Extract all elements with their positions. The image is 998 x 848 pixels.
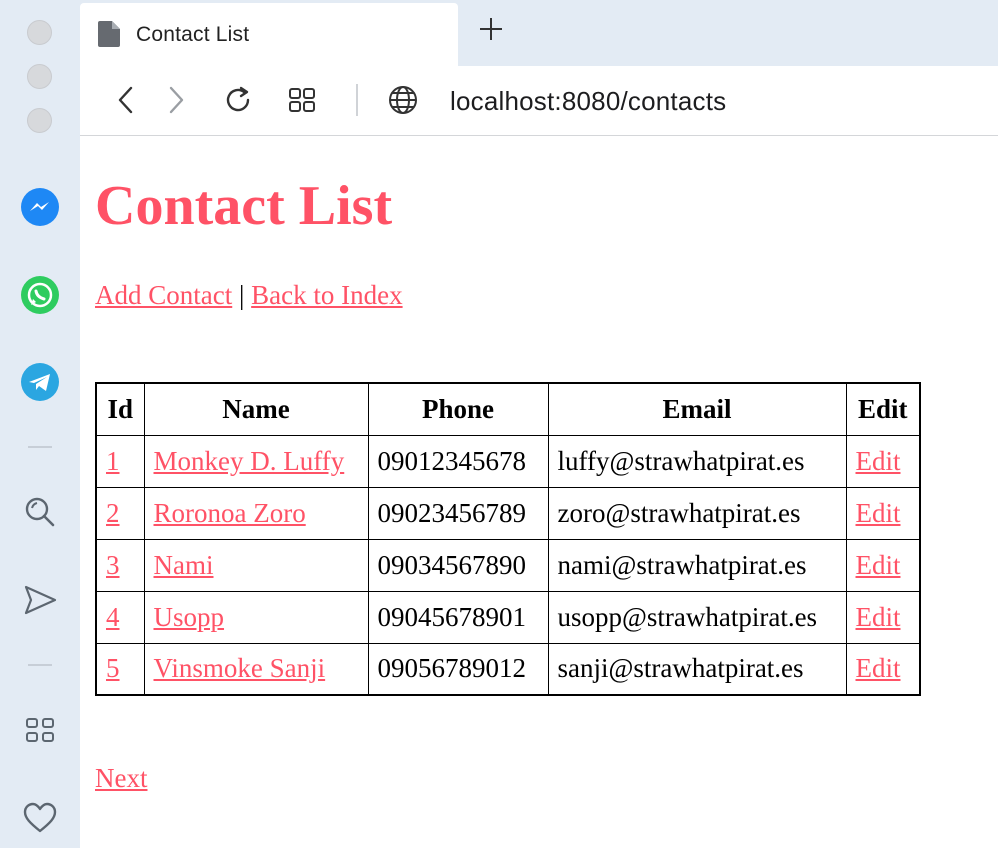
edit-link[interactable]: Edit	[856, 498, 901, 528]
email-cell: usopp@strawhatpirat.es	[547, 590, 847, 644]
id-cell: 1	[95, 434, 145, 488]
email-cell: nami@strawhatpirat.es	[547, 538, 847, 592]
back-to-index-link[interactable]: Back to Index	[251, 280, 402, 310]
heart-icon[interactable]	[20, 798, 60, 838]
email-cell: luffy@strawhatpirat.es	[547, 434, 847, 488]
contact-name-link[interactable]: Monkey D. Luffy	[154, 446, 345, 476]
phone-cell: 09045678901	[367, 590, 549, 644]
id-cell: 3	[95, 538, 145, 592]
column-header-email: Email	[547, 382, 847, 436]
whatsapp-icon[interactable]	[20, 275, 60, 315]
contact-name-link[interactable]: Nami	[154, 550, 214, 580]
window-maximize-button[interactable]	[27, 108, 52, 133]
contact-name-link[interactable]: Roronoa Zoro	[154, 498, 306, 528]
document-icon	[98, 21, 120, 47]
contact-name-link[interactable]: Vinsmoke Sanji	[154, 653, 326, 683]
contact-id-link[interactable]: 2	[106, 498, 120, 528]
page-title: Contact List	[95, 175, 393, 237]
name-cell: Roronoa Zoro	[143, 486, 369, 540]
edit-cell: Edit	[845, 486, 921, 540]
table-row: 1 Monkey D. Luffy 09012345678 luffy@stra…	[95, 434, 921, 488]
window-minimize-button[interactable]	[27, 64, 52, 89]
tab-contact-list[interactable]: Contact List	[80, 3, 458, 66]
edit-link[interactable]: Edit	[856, 446, 901, 476]
add-contact-link[interactable]: Add Contact	[95, 280, 232, 310]
id-cell: 5	[95, 642, 145, 696]
sidebar-divider	[28, 664, 52, 666]
send-icon[interactable]	[20, 580, 60, 620]
edit-link[interactable]: Edit	[856, 602, 901, 632]
name-cell: Usopp	[143, 590, 369, 644]
sidebar-divider	[28, 446, 52, 448]
messenger-icon[interactable]	[20, 187, 60, 227]
table-row: 4 Usopp 09045678901 usopp@strawhatpirat.…	[95, 590, 921, 644]
phone-cell: 09034567890	[367, 538, 549, 592]
contacts-table: Id Name Phone Email Edit 1 Monkey D. Luf…	[95, 382, 921, 696]
contact-id-link[interactable]: 3	[106, 550, 120, 580]
column-header-name: Name	[143, 382, 369, 436]
email-cell: sanji@strawhatpirat.es	[547, 642, 847, 696]
page-content: Contact List Add Contact | Back to Index…	[95, 137, 998, 848]
reload-icon	[226, 86, 250, 112]
name-cell: Nami	[143, 538, 369, 592]
column-header-phone: Phone	[367, 382, 549, 436]
address-separator	[356, 84, 358, 116]
table-row: 5 Vinsmoke Sanji 09056789012 sanji@straw…	[95, 642, 921, 696]
edit-cell: Edit	[845, 642, 921, 696]
link-separator: |	[238, 280, 245, 310]
globe-icon	[386, 83, 420, 117]
telegram-icon[interactable]	[20, 362, 60, 402]
id-cell: 2	[95, 486, 145, 540]
edit-cell: Edit	[845, 434, 921, 488]
forward-button[interactable]	[159, 83, 193, 117]
tab-title: Contact List	[136, 23, 250, 46]
address-bar: localhost:8080/contacts	[80, 66, 998, 136]
search-icon[interactable]	[20, 492, 60, 532]
column-header-edit: Edit	[845, 382, 921, 436]
contact-id-link[interactable]: 4	[106, 602, 120, 632]
phone-cell: 09056789012	[367, 642, 549, 696]
browser-sidebar	[0, 0, 80, 848]
tab-overview-button[interactable]	[285, 83, 319, 117]
grid-icon	[289, 88, 315, 112]
chevron-left-icon	[118, 86, 133, 114]
table-header-row: Id Name Phone Email Edit	[95, 382, 921, 436]
edit-link[interactable]: Edit	[856, 550, 901, 580]
email-cell: zoro@strawhatpirat.es	[547, 486, 847, 540]
table-row: 2 Roronoa Zoro 09023456789 zoro@strawhat…	[95, 486, 921, 540]
contact-name-link[interactable]: Usopp	[154, 602, 225, 632]
phone-cell: 09023456789	[367, 486, 549, 540]
contact-id-link[interactable]: 5	[106, 653, 120, 683]
contact-id-link[interactable]: 1	[106, 446, 120, 476]
edit-cell: Edit	[845, 590, 921, 644]
reload-button[interactable]	[221, 83, 255, 117]
chevron-right-icon	[169, 86, 184, 114]
edit-cell: Edit	[845, 538, 921, 592]
new-tab-button[interactable]	[476, 14, 506, 44]
url-field[interactable]: localhost:8080/contacts	[450, 86, 726, 117]
apps-grid-icon[interactable]	[20, 710, 60, 750]
window-close-button[interactable]	[27, 20, 52, 45]
back-button[interactable]	[109, 83, 143, 117]
name-cell: Monkey D. Luffy	[143, 434, 369, 488]
edit-link[interactable]: Edit	[856, 653, 901, 683]
name-cell: Vinsmoke Sanji	[143, 642, 369, 696]
id-cell: 4	[95, 590, 145, 644]
table-row: 3 Nami 09034567890 nami@strawhatpirat.es…	[95, 538, 921, 592]
plus-icon	[480, 18, 502, 40]
phone-cell: 09012345678	[367, 434, 549, 488]
next-page-link[interactable]: Next	[95, 763, 147, 794]
page-links: Add Contact | Back to Index	[95, 280, 403, 311]
column-header-id: Id	[95, 382, 145, 436]
